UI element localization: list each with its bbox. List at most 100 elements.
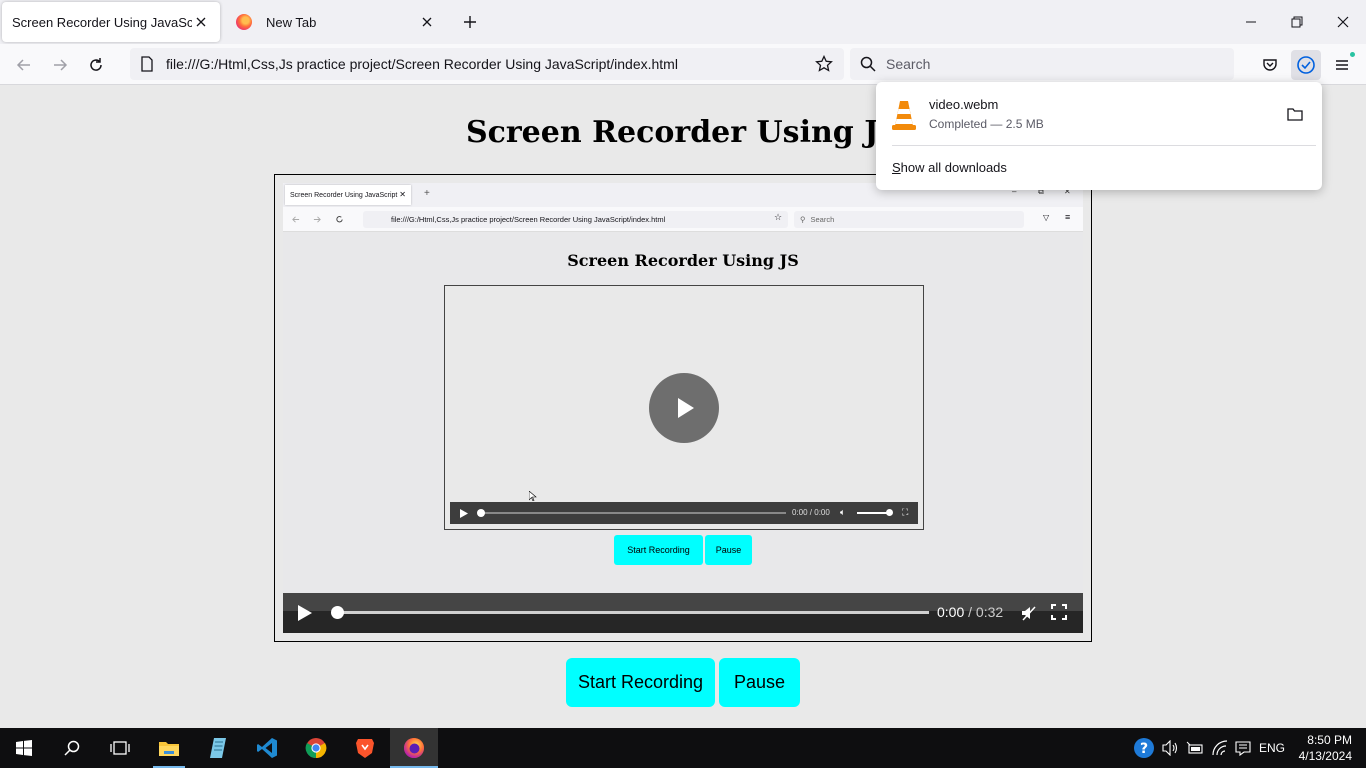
video-controls: 0:00 / 0:32 [283, 593, 1083, 633]
battery-tray-button[interactable] [1184, 728, 1206, 768]
svg-text:?: ? [1140, 741, 1148, 757]
download-item[interactable]: video.webm Completed — 2.5 MB [876, 82, 1322, 146]
frame-page-title: Screen Recorder Using JS [567, 251, 799, 270]
frame-volume-icon: 🔈︎ [840, 507, 846, 517]
frame-tab: Screen Recorder Using JavaScript ✕ [285, 185, 411, 205]
download-file-name: video.webm [929, 97, 999, 112]
clock-date: 4/13/2024 [1298, 749, 1352, 763]
search-bar[interactable] [850, 48, 1234, 80]
divider [892, 145, 1316, 146]
video-time: 0:00 / 0:32 [937, 604, 1003, 620]
downloads-button[interactable] [1291, 50, 1321, 80]
duration: 0:32 [975, 604, 1004, 620]
pocket-button[interactable] [1255, 50, 1285, 80]
open-folder-button[interactable] [1285, 104, 1305, 124]
folder-icon [1287, 108, 1303, 121]
notepad-button[interactable] [194, 728, 242, 768]
notepad-icon [210, 738, 226, 758]
frame-reload-icon [336, 216, 343, 223]
close-window-button[interactable] [1329, 8, 1357, 36]
play-button[interactable] [297, 604, 315, 622]
pause-button[interactable]: Pause [719, 658, 800, 707]
download-status: Completed — 2.5 MB [929, 117, 1044, 131]
time-separator: / [964, 604, 976, 620]
wifi-icon [1212, 740, 1228, 756]
notifications-tray-button[interactable] [1232, 728, 1254, 768]
frame-start-recording-button: Start Recording [614, 535, 703, 565]
vscode-button[interactable] [243, 728, 291, 768]
back-button[interactable] [9, 50, 39, 80]
frame-video-player: 0:00 / 0:00 🔈︎ ⛶ [444, 285, 924, 530]
close-tab-icon[interactable] [192, 13, 210, 31]
minimize-button[interactable] [1237, 8, 1265, 36]
search-input[interactable] [886, 56, 1206, 72]
chrome-button[interactable] [292, 728, 340, 768]
vlc-file-icon [892, 101, 916, 130]
frame-play-icon [460, 508, 468, 518]
restore-button[interactable] [1283, 8, 1311, 36]
tab-screen-recorder[interactable]: Screen Recorder Using JavaScript [2, 2, 220, 42]
arrow-right-icon [54, 59, 68, 71]
fullscreen-button[interactable] [1051, 604, 1069, 622]
new-tab-button[interactable] [458, 10, 482, 34]
reload-button[interactable] [81, 50, 111, 80]
arrow-left-icon [16, 59, 30, 71]
star-icon [815, 55, 833, 72]
seek-bar[interactable] [335, 611, 929, 614]
frame-url: file:///G:/Html,Css,Js practice project/… [391, 215, 666, 224]
recorded-video-player[interactable]: Screen Recorder Using JavaScript ✕ + – ⧉… [274, 174, 1092, 642]
address-bar[interactable]: file:///G:/Html,Css,Js practice project/… [130, 48, 844, 80]
show-all-downloads-link[interactable]: Show all downloads [892, 160, 1007, 175]
bookmark-star-button[interactable] [814, 54, 834, 74]
frame-tab-title: Screen Recorder Using JavaScript [290, 191, 398, 199]
seek-thumb[interactable] [331, 606, 344, 619]
frame-volume-thumb [886, 509, 893, 516]
windows-logo-icon [16, 740, 32, 756]
frame-seek-track [478, 512, 786, 514]
tab-new-tab[interactable]: New Tab [226, 2, 446, 42]
vscode-icon [257, 738, 277, 758]
search-icon [64, 740, 80, 756]
restore-icon [1291, 16, 1303, 28]
firefox-icon [404, 738, 424, 758]
frame-play-overlay-icon [649, 373, 719, 443]
chrome-icon [305, 738, 327, 759]
downloads-panel: video.webm Completed — 2.5 MB Show all d… [876, 82, 1322, 190]
search-button[interactable] [48, 728, 96, 768]
clock-time: 8:50 PM [1307, 733, 1352, 747]
forward-button[interactable] [45, 50, 75, 80]
hamburger-icon [1336, 60, 1348, 70]
frame-back-icon [292, 216, 300, 223]
system-clock[interactable]: 8:50 PM 4/13/2024 [1299, 732, 1352, 764]
frame-search-bar: ⚲ Search [794, 211, 1024, 228]
frame-pause-button: Pause [705, 535, 752, 565]
start-recording-button[interactable]: Start Recording [566, 658, 715, 707]
app-menu-button[interactable] [1327, 50, 1357, 80]
frame-seek-thumb [477, 509, 485, 517]
close-icon [1337, 16, 1349, 28]
frame-pocket-icon: ▽ [1043, 213, 1050, 222]
mute-button[interactable] [1020, 604, 1038, 622]
frame-volume-track [857, 512, 889, 514]
plus-icon [464, 16, 476, 28]
notification-icon [1235, 741, 1251, 756]
battery-icon [1186, 741, 1203, 754]
frame-address-bar: file:///G:/Html,Css,Js practice project/… [363, 211, 788, 228]
language-indicator[interactable]: ENG [1256, 728, 1288, 768]
network-tray-button[interactable] [1208, 728, 1232, 768]
close-tab-icon[interactable] [418, 13, 436, 31]
video-frame: Screen Recorder Using JavaScript ✕ + – ⧉… [283, 183, 1083, 633]
frame-close-tab-icon: ✕ [399, 190, 406, 199]
start-button[interactable] [0, 728, 48, 768]
tab-title: Screen Recorder Using JavaScript [12, 14, 192, 30]
pocket-icon [1263, 59, 1277, 71]
tab-strip: Screen Recorder Using JavaScript New Tab [0, 0, 1366, 44]
firefox-button[interactable] [390, 728, 438, 768]
file-explorer-button[interactable] [145, 728, 193, 768]
muted-speaker-icon [1022, 606, 1036, 621]
task-view-button[interactable] [96, 728, 144, 768]
volume-tray-button[interactable] [1160, 728, 1182, 768]
brave-icon [356, 739, 374, 758]
brave-button[interactable] [341, 728, 389, 768]
help-button[interactable]: ? [1130, 728, 1158, 768]
